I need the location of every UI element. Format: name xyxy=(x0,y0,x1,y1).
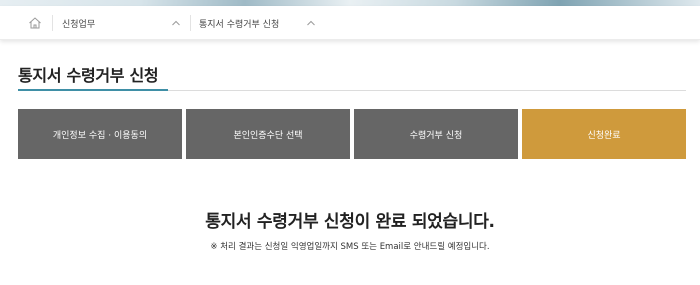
chevron-up-icon xyxy=(307,20,315,26)
progress-steps: 개인정보 수집 · 이용동의 본인인증수단 선택 수령거부 신청 신청완료 xyxy=(18,109,686,159)
step-label: 개인정보 수집 · 이용동의 xyxy=(52,130,148,141)
breadcrumb: 신청업무 통지서 수령거부 신청 xyxy=(0,6,700,40)
step-label: 신청완료 xyxy=(587,130,621,141)
step-complete: 신청완료 xyxy=(522,109,686,159)
home-button[interactable] xyxy=(24,13,46,33)
breadcrumb-divider xyxy=(52,15,53,31)
title-accent-underline xyxy=(18,89,168,91)
step-label: 수령거부 신청 xyxy=(409,130,463,141)
step-label: 본인인증수단 선택 xyxy=(233,130,303,141)
page-title: 통지서 수령거부 신청 xyxy=(18,66,159,85)
breadcrumb-divider xyxy=(190,15,191,31)
step-consent: 개인정보 수집 · 이용동의 xyxy=(18,109,182,159)
breadcrumb-item-level1[interactable]: 신청업무 xyxy=(62,6,186,40)
breadcrumb-level2-label: 통지서 수령거부 신청 xyxy=(199,19,280,30)
breadcrumb-item-level2[interactable]: 통지서 수령거부 신청 xyxy=(199,6,323,40)
step-identity-verification: 본인인증수단 선택 xyxy=(186,109,350,159)
chevron-up-icon xyxy=(172,20,180,26)
breadcrumb-level1-label: 신청업무 xyxy=(62,19,96,30)
completion-message: 통지서 수령거부 신청이 완료 되었습니다. xyxy=(205,212,495,232)
step-refusal-application: 수령거부 신청 xyxy=(354,109,518,159)
home-icon xyxy=(29,17,41,29)
completion-note: ※ 처리 결과는 신청일 익영업일까지 SMS 또는 Email로 안내드릴 예… xyxy=(210,242,490,252)
